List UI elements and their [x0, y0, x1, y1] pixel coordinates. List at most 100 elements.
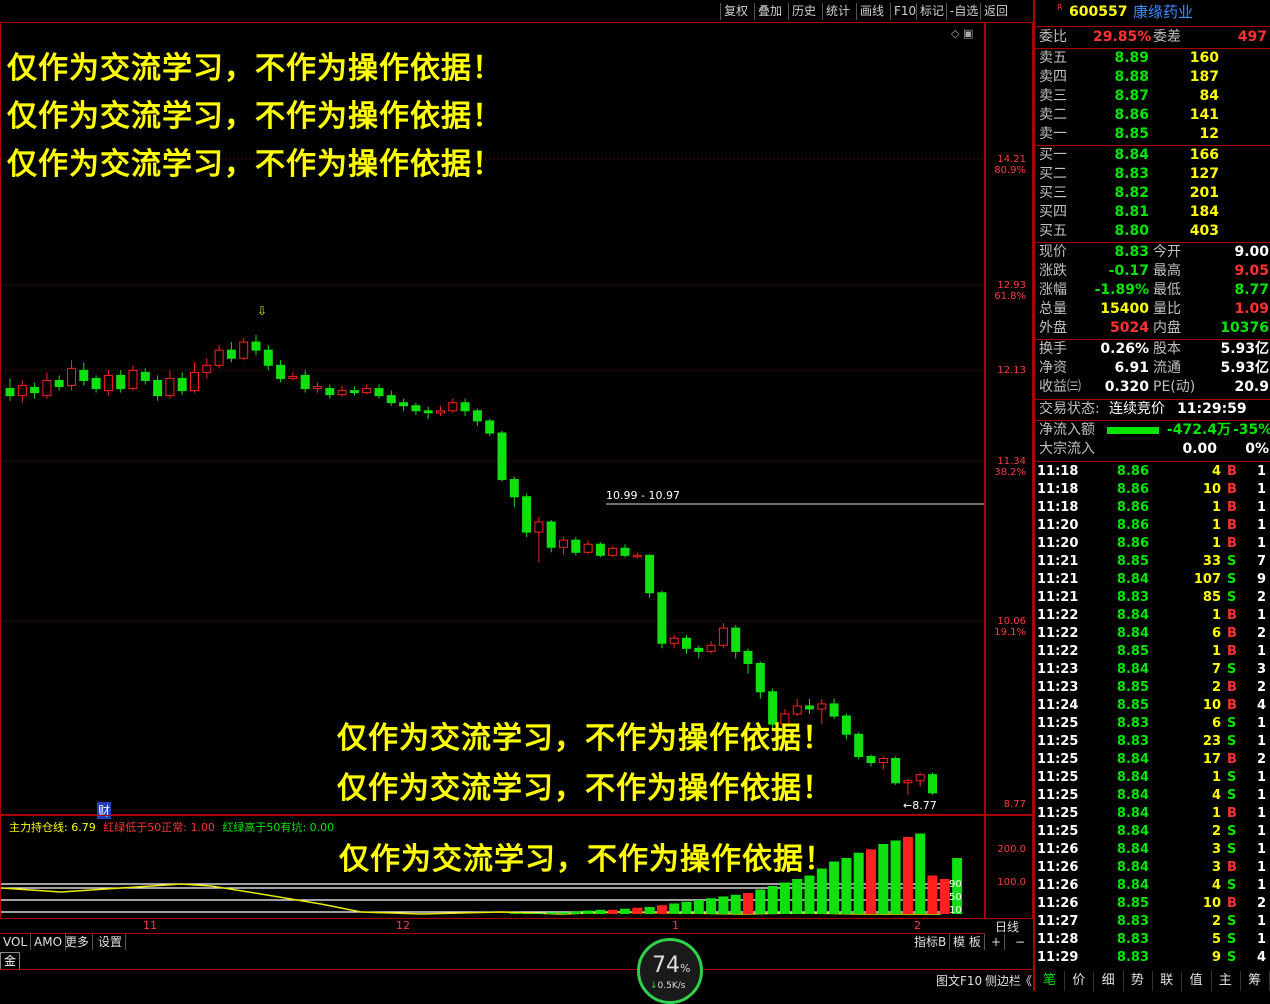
buy-row: 买三 8.82 201	[1037, 184, 1270, 203]
tick-price: 8.83	[1116, 950, 1149, 965]
tick-price: 8.84	[1116, 788, 1149, 803]
stat-row: 涨幅 -1.89% 最低 8.77	[1037, 281, 1270, 300]
watermark-3: 仅作为交流学习，不作为操作依据！	[7, 147, 503, 182]
tab-amo[interactable]: AMO	[31, 934, 67, 950]
tick-time: 11:25	[1037, 806, 1079, 821]
tab-indicator-b[interactable]: 指标B	[911, 934, 951, 950]
tick-time: 11:22	[1037, 626, 1079, 641]
price-label: 8.77	[1003, 799, 1026, 810]
net-speed: ↓0.5K/s	[650, 981, 686, 991]
tick-side: B	[1227, 518, 1237, 533]
candle-body	[928, 774, 937, 794]
low-price-label: ←8.77	[903, 799, 937, 812]
stat-label: 流通	[1153, 360, 1181, 376]
tick-side: B	[1227, 626, 1237, 641]
toolbar-button-7[interactable]: -自选	[946, 3, 981, 20]
tick-count: 1	[1257, 860, 1267, 875]
scale-label: 10	[949, 905, 962, 916]
price-label: 12.93	[997, 280, 1026, 291]
tick-count: 2	[1257, 590, 1267, 605]
buy-volume: 201	[1189, 185, 1219, 201]
tick-price: 8.85	[1116, 644, 1149, 659]
tick-time: 11:25	[1037, 824, 1079, 839]
candle-body	[362, 388, 372, 394]
stat-label: 现价	[1039, 244, 1067, 260]
tick-row: 11:25 8.83 23 S 1	[1037, 733, 1270, 751]
toolbar-button-1[interactable]: 叠加	[754, 3, 785, 20]
tab-settings[interactable]: 设置	[95, 934, 127, 950]
candle-body	[903, 780, 913, 784]
buy-row: 买二 8.83 127	[1037, 165, 1270, 184]
sell-volume: 12	[1199, 126, 1219, 142]
toolbar-button-0[interactable]: 复权	[720, 3, 751, 20]
tick-time: 11:27	[1037, 914, 1079, 929]
toolbar-button-4[interactable]: 画线	[856, 3, 887, 20]
tick-volume: 23	[1202, 734, 1221, 749]
bottom-left-tab[interactable]: 金	[0, 952, 20, 970]
buy-label: 买四	[1039, 204, 1067, 220]
tab-vol[interactable]: VOL	[0, 934, 32, 950]
toolbar-button-6[interactable]: 标记	[916, 3, 947, 20]
candle-body	[202, 364, 212, 373]
tick-price: 8.84	[1116, 770, 1149, 785]
right-tab-3[interactable]: 势	[1123, 971, 1153, 991]
speed-gauge[interactable]: 74% ↓0.5K/s	[637, 938, 703, 1004]
right-tab-7[interactable]: 筹	[1240, 971, 1270, 991]
tick-time: 11:26	[1037, 842, 1079, 857]
tick-row: 11:20 8.86 1 B 1	[1037, 517, 1270, 535]
toolbar-button-8[interactable]: 返回	[980, 3, 1011, 20]
collapse-arrows-icon[interactable]: 《	[1020, 972, 1032, 989]
zoom-out-button[interactable]: −	[1012, 934, 1028, 950]
tick-side: B	[1227, 464, 1237, 479]
tick-price: 8.83	[1116, 914, 1149, 929]
tick-volume: 10	[1202, 896, 1221, 911]
right-tab-6[interactable]: 主	[1211, 971, 1241, 991]
tick-time: 11:22	[1037, 608, 1079, 623]
right-tab-4[interactable]: 联	[1152, 971, 1183, 991]
right-tab-0[interactable]: 笔	[1035, 971, 1065, 991]
buy-price: 8.80	[1114, 223, 1149, 239]
indicator-bar	[644, 907, 655, 914]
indicator-bar	[509, 913, 520, 914]
tab-more[interactable]: 更多	[62, 934, 94, 950]
toolbar-button-3[interactable]: 统计	[822, 3, 853, 20]
tab-template[interactable]: 模 板	[950, 934, 985, 950]
candle-body	[731, 627, 741, 652]
indicator-bar	[779, 882, 790, 914]
zoom-in-button[interactable]: +	[988, 934, 1006, 950]
indicator-tab-row: VOL AMO 更多 设置 指标B 模 板 + −	[0, 933, 1033, 951]
stat-label: 今开	[1153, 244, 1181, 260]
stat-value: 9.00	[1234, 244, 1269, 260]
indicator-bar	[792, 879, 803, 914]
sell-price: 8.86	[1114, 107, 1149, 123]
tick-price: 8.83	[1116, 734, 1149, 749]
chart-options-icon[interactable]: ◇ ▣	[951, 27, 973, 40]
right-tab-1[interactable]: 价	[1064, 971, 1095, 991]
toolbar-button-5[interactable]: F10	[890, 3, 919, 20]
tick-volume: 2	[1211, 680, 1221, 695]
right-tab-2[interactable]: 细	[1094, 971, 1124, 991]
tick-time: 11:22	[1037, 644, 1079, 659]
watermark-2: 仅作为交流学习，不作为操作依据！	[7, 99, 503, 134]
tick-time: 11:18	[1037, 500, 1079, 515]
kline-chart-area[interactable]: ⇩ ◇ ▣ 仅作为交流学习，不作为操作依据！ 仅作为交流学习，不作为操作依据！ …	[0, 22, 985, 819]
tick-price: 8.86	[1116, 464, 1149, 479]
tick-volume: 33	[1202, 554, 1221, 569]
net-inflow-row: 净流入额 -472.4万 -35%	[1039, 422, 1270, 438]
tick-count: 4	[1257, 950, 1267, 965]
buy-label: 买三	[1039, 185, 1067, 201]
candle-body	[485, 420, 495, 434]
stat-label: 量比	[1153, 301, 1181, 317]
tick-volume: 1	[1211, 806, 1221, 821]
tick-count: 2	[1257, 680, 1267, 695]
right-tab-5[interactable]: 值	[1182, 971, 1212, 991]
sidebar-button[interactable]: 侧边栏	[985, 972, 1021, 989]
toolbar-button-2[interactable]: 历史	[788, 3, 819, 20]
tick-volume: 10	[1202, 482, 1221, 497]
candle-body	[337, 390, 347, 396]
f10-button[interactable]: 图文F10	[936, 972, 982, 989]
indicator-panel[interactable]: 主力持仓线: 6.79 红绿低于50正常: 1.00 红绿高于50有坑: 0.0…	[0, 815, 985, 919]
tick-side: S	[1227, 950, 1237, 965]
pct-label: 61.8%	[994, 291, 1026, 302]
tick-price: 8.83	[1116, 932, 1149, 947]
